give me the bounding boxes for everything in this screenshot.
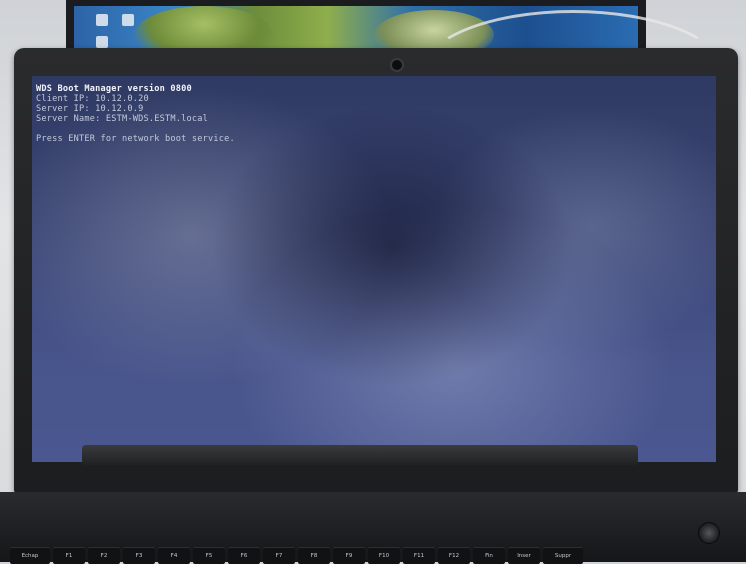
key-f11[interactable]: F11 xyxy=(403,547,435,564)
key-f7[interactable]: F7 xyxy=(263,547,295,564)
server-ip-line: Server IP: 10.12.0.9 xyxy=(36,104,144,114)
key-insert[interactable]: Inser xyxy=(508,547,540,564)
desktop-icon xyxy=(96,36,108,48)
client-ip-line: Client IP: 10.12.0.20 xyxy=(36,94,149,104)
key-f1[interactable]: F1 xyxy=(53,547,85,564)
key-delete[interactable]: Suppr xyxy=(543,547,583,564)
power-button[interactable] xyxy=(698,522,720,544)
key-f10[interactable]: F10 xyxy=(368,547,400,564)
key-escape[interactable]: Echap xyxy=(10,547,50,564)
key-f8[interactable]: F8 xyxy=(298,547,330,564)
boot-console: WDS Boot Manager version 0800 Client IP:… xyxy=(36,84,235,144)
function-key-row: Echap F1 F2 F3 F4 F5 F6 F7 F8 F9 F10 F11… xyxy=(10,547,583,564)
laptop-screen: WDS Boot Manager version 0800 Client IP:… xyxy=(32,76,716,462)
boot-manager-title: WDS Boot Manager version 0800 xyxy=(36,84,192,94)
key-f3[interactable]: F3 xyxy=(123,547,155,564)
webcam xyxy=(390,58,404,72)
key-f12[interactable]: F12 xyxy=(438,547,470,564)
key-f9[interactable]: F9 xyxy=(333,547,365,564)
desktop-icon xyxy=(122,14,134,26)
laptop-lid: WDS Boot Manager version 0800 Client IP:… xyxy=(14,48,738,494)
key-f4[interactable]: F4 xyxy=(158,547,190,564)
desktop-icon xyxy=(96,14,108,26)
key-f2[interactable]: F2 xyxy=(88,547,120,564)
key-f6[interactable]: F6 xyxy=(228,547,260,564)
server-name-line: Server Name: ESTM-WDS.ESTM.local xyxy=(36,114,208,124)
key-end[interactable]: Fin xyxy=(473,547,505,564)
key-f5[interactable]: F5 xyxy=(193,547,225,564)
laptop-hinge xyxy=(82,445,638,465)
network-boot-prompt: Press ENTER for network boot service. xyxy=(36,134,235,144)
